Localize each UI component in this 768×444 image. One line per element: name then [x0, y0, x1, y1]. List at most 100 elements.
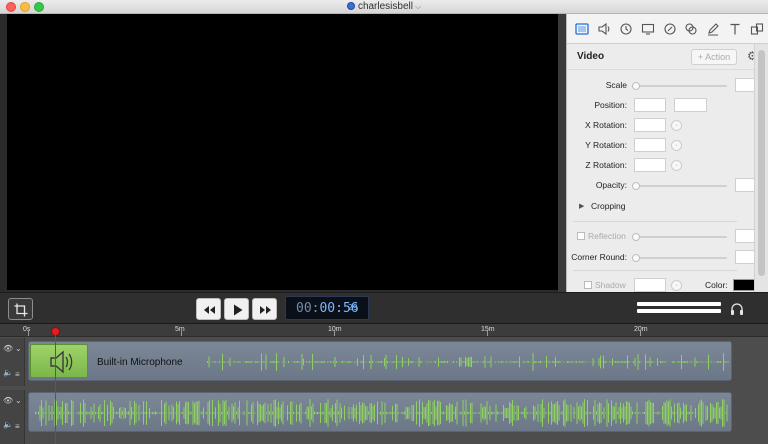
opacity-slider-knob[interactable]: [632, 182, 640, 190]
track-chevron-icon[interactable]: ⌄: [15, 344, 22, 353]
y-rotation-field[interactable]: [634, 138, 666, 152]
waveform-sample: [444, 361, 445, 363]
track-audio-icon[interactable]: 🔈: [3, 368, 13, 377]
audio-properties-icon[interactable]: [593, 18, 615, 40]
waveform-sample: [285, 412, 287, 414]
shadow-checkbox[interactable]: [584, 281, 592, 289]
video-properties-icon[interactable]: [571, 18, 593, 40]
time-ruler[interactable]: 0s 5m 10m 15m 20m: [0, 324, 768, 337]
waveform-sample: [322, 361, 324, 363]
waveform-sample: [274, 360, 276, 363]
z-rotation-row: Z Rotation: ·: [567, 156, 768, 176]
visibility-eye-icon[interactable]: 👁: [3, 344, 13, 353]
scale-slider-knob[interactable]: [632, 82, 640, 90]
waveform-sample: [306, 361, 307, 363]
reflection-slider[interactable]: [632, 233, 727, 241]
waveform-sample: [438, 400, 440, 426]
timeline[interactable]: 0s 5m 10m 15m 20m 👁 ⌄ 🔈 ≡ Built-in Micro…: [0, 324, 768, 444]
headphones-icon[interactable]: [730, 302, 744, 316]
x-rotation-field[interactable]: [634, 118, 666, 132]
waveform-sample: [521, 411, 522, 414]
window-title-text: charlesisbell: [357, 1, 413, 12]
window-title[interactable]: charlesisbell ⌵: [0, 0, 768, 14]
scale-slider[interactable]: [632, 82, 727, 90]
waveform-sample: [416, 401, 417, 425]
waveform-sample: [516, 361, 517, 363]
position-y-field[interactable]: [674, 98, 707, 112]
audio-clip-track-2[interactable]: [28, 392, 732, 432]
reflection-checkbox[interactable]: [577, 232, 585, 240]
track-audio-icon[interactable]: 🔈: [3, 420, 13, 429]
waveform-sample: [303, 412, 305, 414]
reflection-slider-knob[interactable]: [632, 233, 640, 241]
waveform-sample: [674, 403, 675, 423]
visual-effects-icon[interactable]: [680, 18, 702, 40]
waveform-sample: [287, 405, 288, 421]
annotation-icon[interactable]: [659, 18, 681, 40]
position-x-field[interactable]: [634, 98, 666, 112]
waveform-sample: [162, 412, 164, 414]
shadow-checkbox-label[interactable]: Shadow: [584, 280, 626, 290]
visibility-eye-icon[interactable]: 👁: [3, 396, 13, 405]
waveform-sample: [321, 411, 323, 415]
waveform-sample: [481, 361, 483, 363]
fast-forward-button[interactable]: [252, 298, 277, 320]
track-menu-icon[interactable]: ≡: [15, 422, 20, 431]
inspector-scrollbar[interactable]: [754, 44, 768, 292]
corner-round-slider[interactable]: [632, 254, 727, 262]
waveform-sample: [485, 407, 486, 419]
waveform-sample: [174, 412, 176, 414]
waveform-sample: [608, 403, 609, 423]
waveform-sample: [239, 400, 240, 426]
opacity-slider[interactable]: [632, 182, 727, 190]
rewind-button[interactable]: [196, 298, 221, 320]
draw-pen-icon[interactable]: [702, 18, 724, 40]
waveform-sample: [312, 403, 314, 423]
track-chevron-icon[interactable]: ⌄: [15, 396, 22, 405]
crop-button[interactable]: [8, 298, 33, 320]
corner-round-slider-knob[interactable]: [632, 254, 640, 262]
group-properties-icon[interactable]: [746, 18, 768, 40]
shadow-field[interactable]: [634, 278, 666, 292]
inspector-scrollbar-thumb[interactable]: [758, 50, 765, 276]
callout-properties-icon[interactable]: [615, 18, 637, 40]
waveform-sample: [692, 412, 693, 414]
reflection-checkbox-label[interactable]: Reflection: [577, 231, 626, 241]
waveform-sample: [628, 361, 630, 363]
play-button[interactable]: [224, 298, 249, 320]
waveform-sample: [326, 403, 327, 423]
waveform-sample: [600, 355, 601, 369]
waveform-sample: [204, 412, 206, 414]
x-rotation-dial[interactable]: ·: [671, 120, 682, 131]
waveform-sample: [261, 405, 263, 421]
waveform-sample: [690, 361, 691, 363]
waveform-sample: [710, 402, 711, 424]
waveform-sample: [56, 400, 57, 426]
track-menu-icon[interactable]: ≡: [15, 370, 20, 379]
waveform-sample: [365, 405, 366, 421]
waveform-sample: [300, 361, 301, 363]
waveform-sample: [381, 361, 382, 363]
playhead-line[interactable]: [55, 335, 56, 444]
z-rotation-dial[interactable]: ·: [671, 160, 682, 171]
video-canvas[interactable]: [7, 14, 558, 290]
cropping-row[interactable]: ▶ Cropping: [567, 197, 768, 217]
canvas-scrollbar[interactable]: [558, 14, 566, 292]
shadow-dial[interactable]: ·: [671, 280, 682, 291]
waveform-sample: [335, 403, 336, 423]
text-properties-icon[interactable]: [724, 18, 746, 40]
disclosure-triangle-icon[interactable]: ▶: [579, 202, 584, 210]
waveform-sample: [722, 399, 723, 427]
waveform-sample: [501, 412, 503, 414]
y-rotation-dial[interactable]: ·: [671, 140, 682, 151]
screen-recording-icon[interactable]: [637, 18, 659, 40]
z-rotation-field[interactable]: [634, 158, 666, 172]
add-action-button[interactable]: + Action: [691, 49, 737, 65]
waveform-sample: [584, 399, 585, 427]
audio-clip-microphone[interactable]: Built-in Microphone: [28, 341, 732, 381]
waveform-sample: [468, 411, 470, 415]
waveform-sample: [360, 361, 361, 363]
waveform-sample: [232, 361, 234, 363]
y-rotation-row: Y Rotation: ·: [567, 136, 768, 156]
waveform-sample: [541, 361, 543, 363]
